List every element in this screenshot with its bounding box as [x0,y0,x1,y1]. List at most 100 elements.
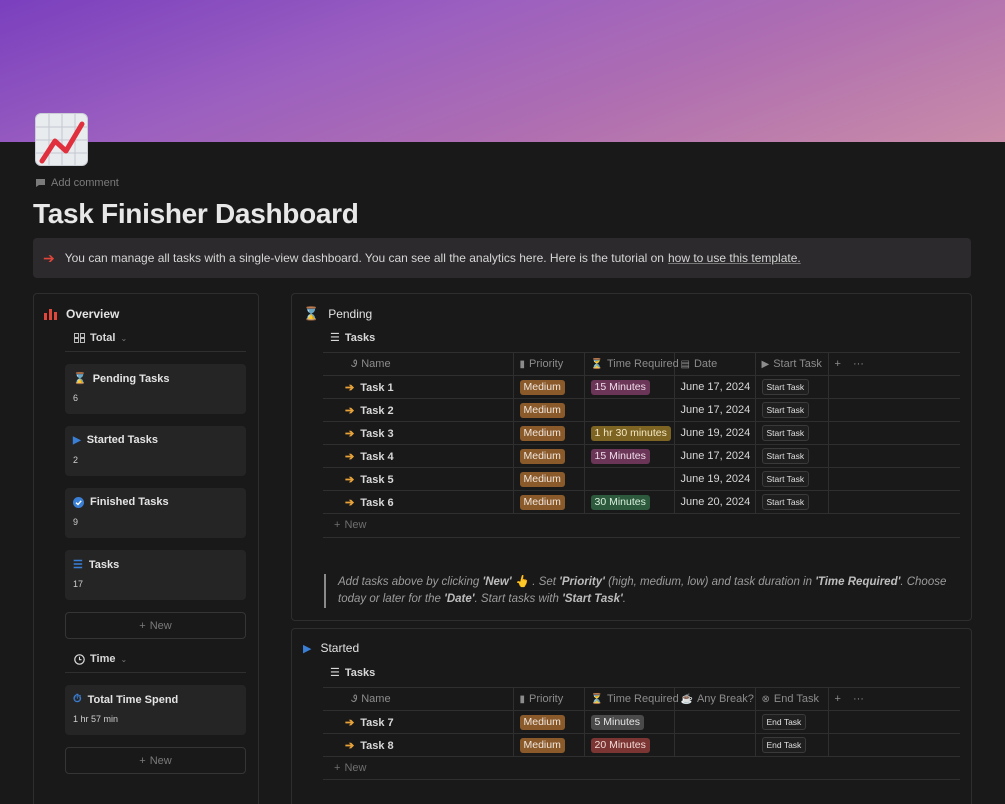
overview-title: Overview [66,307,120,321]
priority-cell[interactable]: Medium [513,733,585,757]
priority-cell[interactable]: Medium [513,398,585,422]
column-header-name[interactable]: Ꮽ Name [323,352,514,376]
card-value: 6 [73,393,79,403]
table-row[interactable]: ➔ Task 7 Medium 5 Minutes End Task [323,710,960,734]
page-title: Task Finisher Dashboard [33,198,359,229]
overview-heading: Overview [44,307,119,321]
priority-cell[interactable]: Medium [513,490,585,514]
priority-tag: Medium [519,402,565,418]
add-comment-button[interactable]: Add comment [35,177,119,189]
table-row[interactable]: ➔ Task 1 Medium 15 Minutes June 17, 2024 Star… [323,375,960,399]
priority-tag: Medium [519,448,565,464]
right-arrow-icon: ➔ [345,496,355,509]
time-tag: 30 Minutes [590,494,650,510]
end-task-button[interactable]: End Task [761,737,807,753]
break-cell[interactable] [674,710,756,734]
pending-heading: ⌛ Pending [303,306,372,322]
pending-tasks-view-tab[interactable]: ☰ Tasks [330,331,375,345]
chart-increasing-icon[interactable] [35,113,88,166]
clock-icon [74,653,85,665]
priority-cell[interactable]: Medium [513,467,585,491]
priority-cell[interactable]: Medium [513,375,585,399]
task-name-cell[interactable]: ➔ Task 6 [323,490,514,514]
pending-new-row-button[interactable]: + New [334,519,366,531]
priority-tag: Medium [519,425,565,441]
column-header-time-required[interactable]: ⏳ Time Required [584,352,679,376]
tasks-card[interactable]: ☰ Tasks 17 [65,550,246,600]
time-required-cell[interactable]: 20 Minutes [584,733,675,757]
column-header-date[interactable]: ▤ Date [674,352,756,376]
new-label: New [344,762,367,774]
column-header-name[interactable]: Ꮽ Name [323,687,514,711]
hourglass-icon: ⌛ [73,373,87,385]
started-new-row-button[interactable]: + New [334,762,366,774]
new-card-button[interactable]: + New [65,612,246,639]
task-name-cell[interactable]: ➔ Task 4 [323,444,514,468]
time-required-cell[interactable] [584,467,675,491]
task-name-cell[interactable]: ➔ Task 5 [323,467,514,491]
task-name-cell[interactable]: ➔ Task 3 [323,421,514,445]
column-header-priority[interactable]: ▮ Priority [513,687,585,711]
start-task-button[interactable]: Start Task [761,448,810,464]
empty-cell [828,444,960,468]
start-task-button[interactable]: Start Task [761,402,810,418]
end-task-button[interactable]: End Task [761,714,807,730]
more-options-icon[interactable]: ··· [853,358,864,370]
started-tasks-view-tab[interactable]: ☰ Tasks [330,666,375,680]
table-row[interactable]: ➔ Task 4 Medium 15 Minutes June 17, 2024 Star… [323,444,960,468]
task-name-cell[interactable]: ➔ Task 8 [323,733,514,757]
time-tag: 15 Minutes [590,448,650,464]
date-cell[interactable]: June 17, 2024 [674,375,756,399]
break-cell[interactable] [674,733,756,757]
total-view-label: Total [90,332,116,344]
time-required-cell[interactable]: 15 Minutes [584,444,675,468]
priority-cell[interactable]: Medium [513,444,585,468]
task-name-cell[interactable]: ➔ Task 1 [323,375,514,399]
table-header: Ꮽ Name ▮ Priority ⏳ Time Required ▤ Date ▶ St… [323,352,960,376]
table-row[interactable]: ➔ Task 2 Medium June 17, 2024 Start Task [323,398,960,422]
column-header-end-task[interactable]: ⊗ End Task [755,687,829,711]
column-header-any-break[interactable]: ☕ Any Break? [674,687,756,711]
time-required-cell[interactable]: 15 Minutes [584,375,675,399]
close-circle-icon: ⊗ [761,694,770,705]
start-task-button[interactable]: Start Task [761,494,810,510]
started-tasks-card[interactable]: ▶ Started Tasks 2 [65,426,246,476]
priority-cell[interactable]: Medium [513,710,585,734]
add-column-icon[interactable]: + [835,693,841,705]
total-view-tab[interactable]: Total ⌄ [74,332,127,344]
date-cell[interactable]: June 19, 2024 [674,421,756,445]
task-name-cell[interactable]: ➔ Task 2 [323,398,514,422]
finished-tasks-card[interactable]: Finished Tasks 9 [65,488,246,538]
table-row[interactable]: ➔ Task 8 Medium 20 Minutes End Task [323,733,960,757]
column-header-time-required[interactable]: ⏳ Time Required [584,687,679,711]
pending-tasks-card[interactable]: ⌛ Pending Tasks 6 [65,364,246,414]
more-options-icon[interactable]: ··· [853,693,864,705]
date-cell[interactable]: June 19, 2024 [674,467,756,491]
table-row[interactable]: ➔ Task 3 Medium 1 hr 30 minutes June 19, 202… [323,421,960,445]
task-name-cell[interactable]: ➔ Task 7 [323,710,514,734]
time-required-cell[interactable]: 1 hr 30 minutes [584,421,675,445]
time-required-cell[interactable] [584,398,675,422]
add-column-icon[interactable]: + [835,358,841,370]
date-cell[interactable]: June 17, 2024 [674,444,756,468]
time-view-tab[interactable]: Time ⌄ [74,653,127,665]
priority-cell[interactable]: Medium [513,421,585,445]
time-required-cell[interactable]: 30 Minutes [584,490,675,514]
column-actions: + ··· [828,687,960,711]
tutorial-link[interactable]: how to use this template. [668,251,801,265]
new-time-card-button[interactable]: + New [65,747,246,774]
time-required-cell[interactable]: 5 Minutes [584,710,675,734]
start-task-button[interactable]: Start Task [761,425,810,441]
add-comment-label: Add comment [51,177,119,189]
start-task-button[interactable]: Start Task [761,379,810,395]
total-time-card[interactable]: ⏱ Total Time Spend 1 hr 57 min [65,685,246,735]
table-row[interactable]: ➔ Task 5 Medium June 19, 2024 Start Task [323,467,960,491]
date-cell[interactable]: June 17, 2024 [674,398,756,422]
column-header-start-task[interactable]: ▶ Start Task [755,352,829,376]
date-cell[interactable]: June 20, 2024 [674,490,756,514]
table-row[interactable]: ➔ Task 6 Medium 30 Minutes June 20, 2024 Star… [323,490,960,514]
right-arrow-icon: ➔ [345,716,355,729]
calendar-icon: ▤ [680,359,690,370]
start-task-button[interactable]: Start Task [761,471,810,487]
column-header-priority[interactable]: ▮ Priority [513,352,585,376]
